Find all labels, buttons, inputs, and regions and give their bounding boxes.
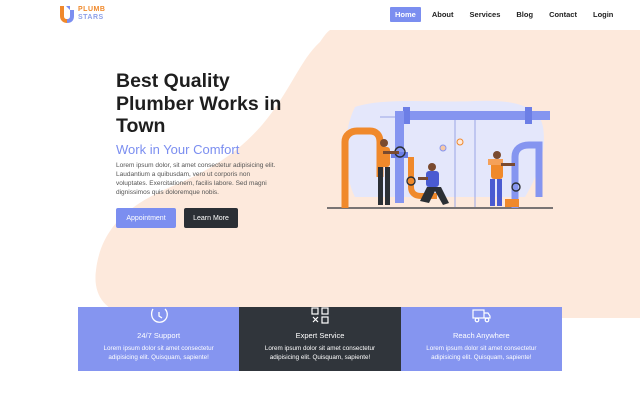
clock-icon bbox=[150, 308, 168, 323]
nav-about[interactable]: About bbox=[427, 7, 459, 22]
logo-text-line1: PLUMB bbox=[78, 6, 106, 13]
brand-logo[interactable]: PLUMB STARS bbox=[58, 4, 108, 26]
tools-icon bbox=[311, 307, 329, 324]
feature-description: Lorem ipsum dolor sit amet consectetur a… bbox=[103, 345, 214, 361]
logo-text: PLUMB STARS bbox=[78, 6, 105, 22]
feature-description: Lorem ipsum dolor sit amet consectetur a… bbox=[426, 345, 537, 361]
feature-card-expert: Expert Service Lorem ipsum dolor sit ame… bbox=[239, 307, 401, 371]
truck-icon bbox=[472, 309, 491, 323]
logo-text-line2: STARS bbox=[78, 14, 104, 21]
feature-card-reach: Reach Anywhere Lorem ipsum dolor sit ame… bbox=[400, 307, 562, 371]
hero-subtitle: Work in Your Comfort bbox=[116, 141, 240, 157]
hero-content: Best Quality Plumber Works in Town Work … bbox=[116, 70, 296, 197]
appointment-button[interactable]: Appointment bbox=[116, 208, 176, 228]
feature-title: 24/7 Support bbox=[137, 331, 181, 340]
site-header: PLUMB STARS Home About Services Blog Con… bbox=[0, 0, 640, 30]
features-section: 24/7 Support Lorem ipsum dolor sit amet … bbox=[78, 307, 562, 371]
logo-mark-icon bbox=[60, 6, 74, 23]
main-nav: Home About Services Blog Contact Login bbox=[390, 7, 618, 22]
feature-card-support: 24/7 Support Lorem ipsum dolor sit amet … bbox=[78, 307, 240, 371]
page: PLUMB STARS Home About Services Blog Con… bbox=[0, 0, 640, 417]
hero-buttons: Appointment Learn More bbox=[116, 208, 238, 228]
nav-blog[interactable]: Blog bbox=[511, 7, 538, 22]
feature-title: Reach Anywhere bbox=[452, 331, 510, 340]
nav-home[interactable]: Home bbox=[390, 7, 421, 22]
learn-more-button[interactable]: Learn More bbox=[184, 208, 238, 228]
hero-title: Best Quality Plumber Works in Town bbox=[116, 70, 282, 137]
nav-login[interactable]: Login bbox=[588, 7, 618, 22]
nav-contact[interactable]: Contact bbox=[544, 7, 582, 22]
feature-title: Expert Service bbox=[295, 331, 345, 340]
plumbers-pipes-illustration bbox=[327, 100, 553, 209]
nav-services[interactable]: Services bbox=[465, 7, 506, 22]
hero-description: Lorem ipsum dolor, sit amet consectetur … bbox=[116, 161, 276, 196]
feature-description: Lorem ipsum dolor sit amet consectetur a… bbox=[264, 345, 376, 361]
